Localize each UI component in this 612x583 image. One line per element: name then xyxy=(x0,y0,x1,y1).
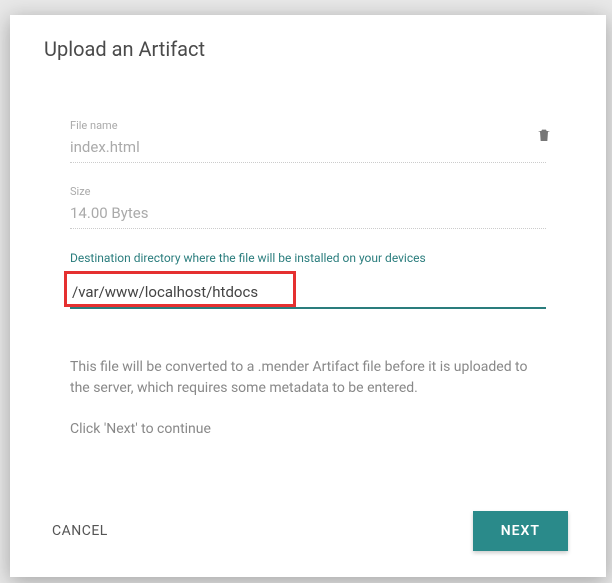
trash-icon[interactable] xyxy=(536,125,552,149)
size-label: Size xyxy=(70,185,546,198)
destination-input-wrap xyxy=(70,279,546,309)
next-button[interactable]: NEXT xyxy=(473,511,568,551)
modal-actions: CANCEL NEXT xyxy=(44,511,572,557)
destination-input[interactable] xyxy=(70,279,546,309)
info-text-1: This file will be converted to a .mender… xyxy=(70,357,546,399)
file-name-value: index.html xyxy=(70,138,546,163)
upload-artifact-modal: Upload an Artifact File name index.html … xyxy=(10,15,606,577)
size-field: Size 14.00 Bytes xyxy=(70,185,546,229)
destination-label: Destination directory where the file wil… xyxy=(70,251,546,265)
size-value: 14.00 Bytes xyxy=(70,204,546,229)
file-name-field: File name index.html xyxy=(70,119,546,163)
modal-title: Upload an Artifact xyxy=(44,37,572,61)
file-name-label: File name xyxy=(70,119,546,132)
form-area: File name index.html Size 14.00 Bytes De… xyxy=(44,119,572,511)
info-text-2: Click 'Next' to continue xyxy=(70,419,546,440)
cancel-button[interactable]: CANCEL xyxy=(48,515,112,547)
